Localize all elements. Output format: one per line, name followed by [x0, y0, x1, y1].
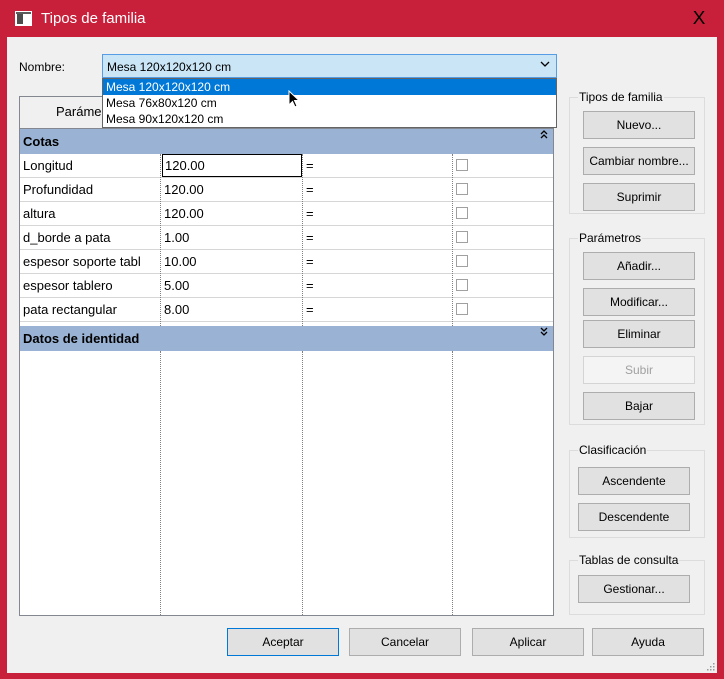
section-label: Cotas: [23, 134, 60, 149]
collapse-chevron-icon[interactable]: [540, 130, 548, 142]
column-divider: [160, 154, 161, 326]
table-row[interactable]: Profundidad 120.00 =: [20, 178, 553, 202]
section-label: Datos de identidad: [23, 331, 140, 346]
dialog-window: Tipos de familia X Nombre: Mesa 120x120x…: [0, 0, 724, 679]
param-value-input[interactable]: 8.00: [162, 298, 302, 321]
column-divider: [302, 154, 303, 326]
groupbox-title: Tablas de consulta: [578, 553, 680, 567]
ascendente-button[interactable]: Ascendente: [578, 467, 690, 495]
anadir-button[interactable]: Añadir...: [583, 252, 695, 280]
nombre-dropdown-list: Mesa 120x120x120 cm Mesa 76x80x120 cm Me…: [102, 78, 557, 128]
title-bar[interactable]: Tipos de familia X: [0, 0, 724, 37]
nuevo-button[interactable]: Nuevo...: [583, 111, 695, 139]
groupbox-tipos-de-familia: Tipos de familia Nuevo... Cambiar nombre…: [569, 90, 705, 214]
param-name: Profundidad: [23, 182, 94, 197]
groupbox-title: Clasificación: [578, 443, 648, 457]
column-divider: [160, 351, 161, 615]
cancelar-button[interactable]: Cancelar: [349, 628, 461, 656]
close-button[interactable]: X: [676, 1, 722, 36]
descendente-button[interactable]: Descendente: [578, 503, 690, 531]
param-formula[interactable]: =: [306, 274, 446, 297]
section-header-datos-de-identidad[interactable]: Datos de identidad: [20, 326, 553, 351]
param-formula[interactable]: =: [306, 178, 446, 201]
tab-parametros-label: Paráme: [56, 104, 102, 119]
subir-button[interactable]: Subir: [583, 356, 695, 384]
gestionar-button[interactable]: Gestionar...: [578, 575, 690, 603]
close-icon: X: [692, 8, 706, 28]
param-name: espesor tablero: [23, 278, 113, 293]
dropdown-option[interactable]: Mesa 90x120x120 cm: [103, 111, 556, 127]
param-name: pata rectangular: [23, 302, 117, 317]
column-divider: [302, 351, 303, 615]
chevron-down-icon: [540, 61, 550, 67]
table-row[interactable]: d_borde a pata 1.00 =: [20, 226, 553, 250]
param-value-input[interactable]: 5.00: [162, 274, 302, 297]
dropdown-option[interactable]: Mesa 76x80x120 cm: [103, 95, 556, 111]
param-formula[interactable]: =: [306, 202, 446, 225]
nombre-combobox[interactable]: Mesa 120x120x120 cm: [102, 54, 557, 78]
table-row[interactable]: espesor soporte tabl 10.00 =: [20, 250, 553, 274]
param-formula[interactable]: =: [306, 250, 446, 273]
lock-checkbox[interactable]: [456, 255, 468, 267]
lock-checkbox[interactable]: [456, 279, 468, 291]
param-name: espesor soporte tabl: [23, 254, 141, 269]
table-row[interactable]: pata rectangular 8.00 =: [20, 298, 553, 322]
mouse-pointer-icon: [288, 90, 301, 108]
groupbox-parametros: Parámetros Añadir... Modificar... Elimin…: [569, 231, 705, 425]
param-value-input[interactable]: 120.00: [162, 154, 302, 177]
lock-checkbox[interactable]: [456, 183, 468, 195]
groupbox-title: Parámetros: [578, 231, 643, 245]
param-value-input[interactable]: 10.00: [162, 250, 302, 273]
param-name: Longitud: [23, 158, 73, 173]
window-title: Tipos de familia: [41, 10, 146, 27]
expand-chevron-icon[interactable]: [540, 327, 548, 339]
param-name: d_borde a pata: [23, 230, 111, 245]
table-row[interactable]: altura 120.00 =: [20, 202, 553, 226]
groupbox-tablas-de-consulta: Tablas de consulta Gestionar...: [569, 553, 705, 615]
lock-checkbox[interactable]: [456, 231, 468, 243]
param-formula[interactable]: =: [306, 226, 446, 249]
eliminar-button[interactable]: Eliminar: [583, 320, 695, 348]
param-formula[interactable]: =: [306, 298, 446, 321]
groupbox-title: Tipos de familia: [578, 90, 664, 104]
param-value-input[interactable]: 120.00: [162, 178, 302, 201]
nombre-label: Nombre:: [19, 60, 66, 74]
dropdown-option[interactable]: Mesa 120x120x120 cm: [103, 79, 556, 95]
param-name: altura: [23, 206, 56, 221]
param-formula[interactable]: =: [306, 154, 446, 177]
cambiar-nombre-button[interactable]: Cambiar nombre...: [583, 147, 695, 175]
param-value-input[interactable]: 120.00: [162, 202, 302, 225]
ayuda-button[interactable]: Ayuda: [592, 628, 704, 656]
app-window-icon: [15, 11, 32, 26]
table-row[interactable]: Longitud 120.00 =: [20, 154, 553, 178]
suprimir-button[interactable]: Suprimir: [583, 183, 695, 211]
parameters-grid: Paráme Cotas Longitud 120.00 = Profundid…: [19, 96, 554, 616]
lock-checkbox[interactable]: [456, 159, 468, 171]
aplicar-button[interactable]: Aplicar: [472, 628, 584, 656]
groupbox-clasificacion: Clasificación Ascendente Descendente: [569, 443, 705, 538]
resize-grip-icon[interactable]: [705, 661, 715, 671]
column-divider: [452, 154, 453, 326]
table-row[interactable]: espesor tablero 5.00 =: [20, 274, 553, 298]
dialog-body: Nombre: Mesa 120x120x120 cm Mesa 120x120…: [7, 37, 717, 673]
section-header-cotas[interactable]: Cotas: [20, 129, 553, 154]
lock-checkbox[interactable]: [456, 207, 468, 219]
param-value-input[interactable]: 1.00: [162, 226, 302, 249]
aceptar-button[interactable]: Aceptar: [227, 628, 339, 656]
lock-checkbox[interactable]: [456, 303, 468, 315]
column-divider: [452, 351, 453, 615]
modificar-button[interactable]: Modificar...: [583, 288, 695, 316]
nombre-selected-value: Mesa 120x120x120 cm: [107, 60, 232, 74]
bajar-button[interactable]: Bajar: [583, 392, 695, 420]
